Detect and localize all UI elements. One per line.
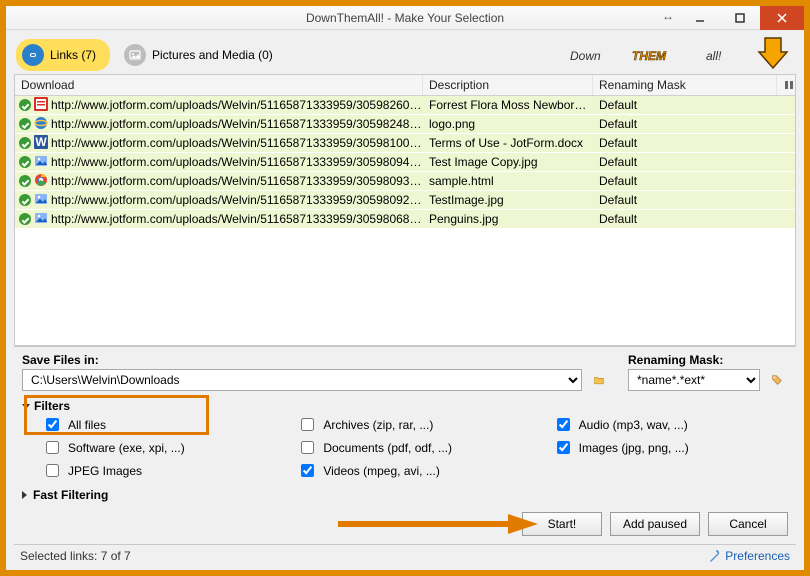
check-icon — [19, 137, 31, 149]
col-renaming-mask[interactable]: Renaming Mask — [593, 75, 777, 95]
tab-links[interactable]: Links (7) — [16, 39, 110, 71]
tab-media-label: Pictures and Media (0) — [152, 48, 273, 62]
filter-all-files[interactable]: All files — [42, 415, 277, 434]
file-type-icon: W — [34, 135, 48, 152]
row-description: Penguins.jpg — [423, 212, 593, 226]
arrow-annotation — [338, 514, 538, 534]
row-description: TestImage.jpg — [423, 193, 593, 207]
row-mask: Default — [593, 155, 795, 169]
resize-icon[interactable]: ↔ — [662, 9, 674, 23]
file-type-icon — [34, 97, 48, 114]
tab-links-label: Links (7) — [50, 48, 96, 62]
file-type-icon — [34, 116, 48, 133]
svg-text:THEM: THEM — [632, 49, 667, 63]
folder-icon — [594, 372, 604, 388]
tag-button[interactable] — [766, 369, 788, 391]
row-url: http://www.jotform.com/uploads/Welvin/51… — [51, 98, 423, 112]
renaming-mask-label: Renaming Mask: — [628, 353, 788, 367]
minimize-button[interactable] — [680, 6, 720, 30]
check-icon — [19, 194, 31, 206]
row-mask: Default — [593, 193, 795, 207]
file-type-icon — [34, 211, 48, 228]
svg-text:Down: Down — [570, 49, 601, 63]
row-url: http://www.jotform.com/uploads/Welvin/51… — [51, 193, 423, 207]
filter-images[interactable]: Images (jpg, png, ...) — [553, 438, 788, 457]
filter-jpeg[interactable]: JPEG Images — [42, 461, 277, 480]
table-row[interactable]: http://www.jotform.com/uploads/Welvin/51… — [15, 115, 795, 134]
col-description[interactable]: Description — [423, 75, 593, 95]
row-mask: Default — [593, 136, 795, 150]
table-row[interactable]: http://www.jotform.com/uploads/Welvin/51… — [15, 210, 795, 229]
file-type-icon — [34, 173, 48, 190]
filter-documents[interactable]: Documents (pdf, odf, ...) — [297, 438, 532, 457]
row-mask: Default — [593, 98, 795, 112]
table-row[interactable]: http://www.jotform.com/uploads/Welvin/51… — [15, 172, 795, 191]
statusbar: Selected links: 7 of 7 Preferences — [14, 544, 796, 566]
maximize-button[interactable] — [720, 6, 760, 30]
fast-filtering-label: Fast Filtering — [33, 488, 108, 502]
file-type-icon — [34, 154, 48, 171]
row-url: http://www.jotform.com/uploads/Welvin/51… — [51, 212, 423, 226]
file-type-icon — [34, 192, 48, 209]
fast-filtering-toggle[interactable]: Fast Filtering — [22, 488, 788, 502]
row-description: Terms of Use - JotForm.docx — [423, 136, 593, 150]
tag-icon — [772, 372, 782, 388]
filter-archives[interactable]: Archives (zip, rar, ...) — [297, 415, 532, 434]
table-row[interactable]: Whttp://www.jotform.com/uploads/Welvin/5… — [15, 134, 795, 153]
check-icon — [19, 175, 31, 187]
row-url: http://www.jotform.com/uploads/Welvin/51… — [51, 136, 423, 150]
check-icon — [19, 99, 31, 111]
options-panel: Save Files in: C:\Users\Welvin\Downloads… — [14, 346, 796, 544]
table-row[interactable]: http://www.jotform.com/uploads/Welvin/51… — [15, 153, 795, 172]
row-description: Forrest Flora Moss Newborn ... — [423, 98, 593, 112]
status-selected: Selected links: 7 of 7 — [20, 549, 131, 563]
filter-software[interactable]: Software (exe, xpi, ...) — [42, 438, 277, 457]
chevron-down-icon — [22, 404, 30, 409]
link-icon — [22, 44, 44, 66]
row-description: Test Image Copy.jpg — [423, 155, 593, 169]
filters-toggle[interactable]: Filters — [22, 399, 70, 413]
save-files-label: Save Files in: — [22, 353, 610, 367]
col-download[interactable]: Download — [15, 75, 423, 95]
table-header: Download Description Renaming Mask — [15, 75, 795, 96]
svg-text:W: W — [35, 135, 47, 149]
window: DownThemAll! - Make Your Selection ↔ Lin… — [0, 0, 810, 576]
brand-logo: Down THEM all! — [570, 34, 790, 72]
wrench-icon — [707, 549, 721, 563]
add-paused-button[interactable]: Add paused — [610, 512, 700, 536]
check-icon — [19, 118, 31, 130]
image-icon — [124, 44, 146, 66]
table-body: http://www.jotform.com/uploads/Welvin/51… — [15, 96, 795, 345]
close-button[interactable] — [760, 6, 804, 30]
row-url: http://www.jotform.com/uploads/Welvin/51… — [51, 174, 423, 188]
browse-folder-button[interactable] — [588, 369, 610, 391]
row-mask: Default — [593, 174, 795, 188]
save-path-field[interactable]: C:\Users\Welvin\Downloads — [22, 369, 582, 391]
check-icon — [19, 213, 31, 225]
filter-videos[interactable]: Videos (mpeg, avi, ...) — [297, 461, 532, 480]
table-row[interactable]: http://www.jotform.com/uploads/Welvin/51… — [15, 191, 795, 210]
titlebar: DownThemAll! - Make Your Selection ↔ — [6, 6, 804, 30]
cancel-button[interactable]: Cancel — [708, 512, 788, 536]
row-mask: Default — [593, 212, 795, 226]
check-icon — [19, 156, 31, 168]
tab-pictures-media[interactable]: Pictures and Media (0) — [118, 39, 287, 71]
chevron-right-icon — [22, 491, 27, 499]
action-buttons: Start! Add paused Cancel — [22, 508, 788, 544]
download-table: Download Description Renaming Mask http:… — [14, 74, 796, 346]
renaming-mask-field[interactable]: *name*.*ext* — [628, 369, 760, 391]
column-config-icon[interactable] — [777, 75, 795, 95]
table-row[interactable]: http://www.jotform.com/uploads/Welvin/51… — [15, 96, 795, 115]
row-mask: Default — [593, 117, 795, 131]
row-description: sample.html — [423, 174, 593, 188]
row-url: http://www.jotform.com/uploads/Welvin/51… — [51, 117, 423, 131]
tabbar: Links (7) Pictures and Media (0) Down TH… — [6, 30, 804, 74]
row-url: http://www.jotform.com/uploads/Welvin/51… — [51, 155, 423, 169]
row-description: logo.png — [423, 117, 593, 131]
filter-audio[interactable]: Audio (mp3, wav, ...) — [553, 415, 788, 434]
filters-section: Filters All files Software (exe, xpi, ..… — [22, 399, 788, 480]
preferences-link[interactable]: Preferences — [707, 549, 790, 563]
svg-text:all!: all! — [706, 49, 722, 63]
filters-title: Filters — [34, 399, 70, 413]
